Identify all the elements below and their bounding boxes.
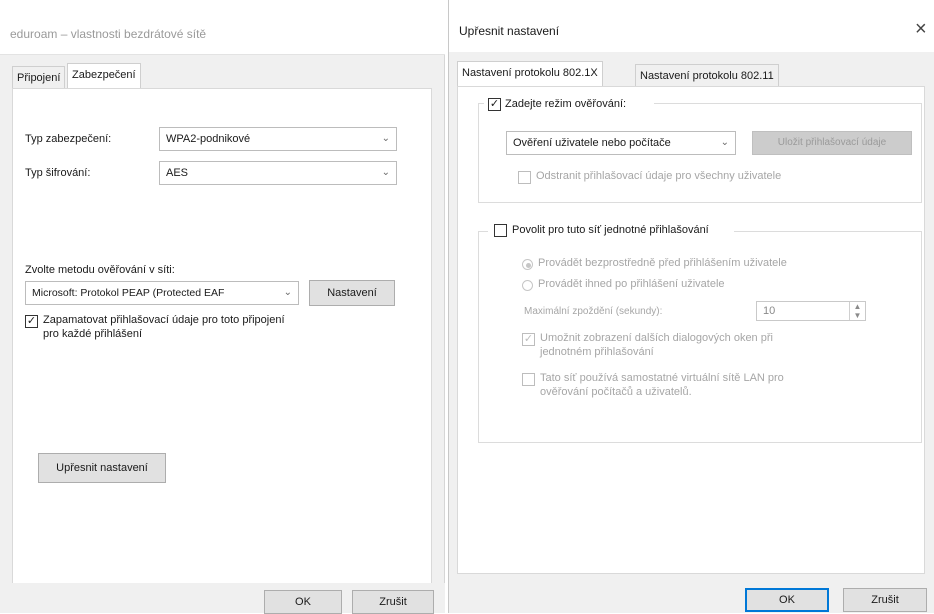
auth-mode-value: Ověření uživatele nebo počítače <box>513 137 671 149</box>
encryption-type-label: Typ šifrování: <box>25 167 91 179</box>
close-icon[interactable]: × <box>915 18 927 41</box>
window-title: eduroam – vlastnosti bezdrátové sítě <box>10 27 207 41</box>
before-logon-label: Provádět bezprostředně před přihlášením … <box>538 257 787 269</box>
save-credentials-button[interactable]: Uložit přihlašovací údaje <box>752 131 912 155</box>
ok-button[interactable]: OK <box>264 590 342 614</box>
remember-credentials-label-line1: Zapamatovat přihlašovací údaje pro toto … <box>43 314 285 326</box>
before-logon-radio[interactable] <box>522 259 533 270</box>
after-logon-label: Provádět ihned po přihlášení uživatele <box>538 278 725 290</box>
encryption-type-value: AES <box>166 167 189 179</box>
cancel-button[interactable]: Zrušit <box>843 588 927 612</box>
specify-auth-mode-label: Zadejte režim ověřování: <box>505 98 627 110</box>
remember-credentials-label-line2: pro každé přihlášení <box>43 328 143 340</box>
security-type-label: Typ zabezpečení: <box>25 133 112 145</box>
enable-sso-checkbox[interactable] <box>494 224 507 237</box>
max-delay-label: Maximální zpoždění (sekundy): <box>524 306 663 317</box>
chevron-down-icon: ⌄ <box>283 287 292 298</box>
advanced-settings-button[interactable]: Upřesnit nastavení <box>38 453 166 483</box>
enable-sso-label: Povolit pro tuto síť jednotné přihlašová… <box>512 224 709 236</box>
title-bar: eduroam – vlastnosti bezdrátové sítě <box>0 0 445 55</box>
security-type-select[interactable]: WPA2-podnikové ⌄ <box>159 127 397 151</box>
separate-vlan-label-line1: Tato síť používá samostatné virtuální sí… <box>540 372 784 384</box>
specify-auth-mode-checkbox[interactable]: ✓ <box>488 98 501 111</box>
allow-dialogs-label-line1: Umožnit zobrazení dalších dialogových ok… <box>540 332 773 344</box>
wireless-properties-window: eduroam – vlastnosti bezdrátové sítě Při… <box>0 0 445 614</box>
chevron-down-icon: ⌄ <box>381 133 390 144</box>
tab-8021x[interactable]: Nastavení protokolu 802.1X <box>457 61 603 86</box>
max-delay-spinner[interactable]: 10 ▲ ▼ <box>756 301 866 321</box>
dialog-footer: OK Zrušit <box>0 583 445 614</box>
settings-button[interactable]: Nastavení <box>309 280 395 306</box>
spinner-arrows-icon[interactable]: ▲ ▼ <box>849 302 865 320</box>
security-tab-panel: Typ zabezpečení: WPA2-podnikové ⌄ Typ ši… <box>12 88 432 598</box>
auth-method-select[interactable]: Microsoft: Protokol PEAP (Protected EAF … <box>25 281 299 305</box>
delete-credentials-label: Odstranit přihlašovací údaje pro všechny… <box>536 170 782 182</box>
chevron-down-icon: ⌄ <box>720 137 729 148</box>
tab-connection[interactable]: Připojení <box>12 66 66 88</box>
after-logon-radio[interactable] <box>522 280 533 291</box>
tab-security[interactable]: Zabezpečení <box>67 63 141 88</box>
delete-credentials-checkbox[interactable] <box>518 171 531 184</box>
remember-credentials-checkbox[interactable]: ✓ <box>25 315 38 328</box>
auth-method-value: Microsoft: Protokol PEAP (Protected EAF <box>32 287 225 299</box>
chevron-down-icon: ⌄ <box>381 167 390 178</box>
allow-dialogs-checkbox[interactable]: ✓ <box>522 333 535 346</box>
separate-vlan-label-line2: ověřování počítačů a uživatelů. <box>540 386 692 398</box>
auth-method-label: Zvolte metodu ověřování v síti: <box>25 264 175 276</box>
title-bar: Upřesnit nastavení × <box>449 0 934 52</box>
encryption-type-select[interactable]: AES ⌄ <box>159 161 397 185</box>
advanced-settings-dialog: Upřesnit nastavení × Nastavení protokolu… <box>448 0 934 613</box>
allow-dialogs-label-line2: jednotném přihlašování <box>540 346 654 358</box>
security-type-value: WPA2-podnikové <box>166 133 251 145</box>
auth-mode-select[interactable]: Ověření uživatele nebo počítače ⌄ <box>506 131 736 155</box>
dialog-title: Upřesnit nastavení <box>459 24 560 38</box>
max-delay-value: 10 <box>763 305 776 317</box>
8021x-tab-panel: ✓ Zadejte režim ověřování: Ověření uživa… <box>457 86 925 574</box>
tab-80211[interactable]: Nastavení protokolu 802.11 <box>635 64 779 86</box>
cancel-button[interactable]: Zrušit <box>352 590 434 614</box>
separate-vlan-checkbox[interactable] <box>522 373 535 386</box>
ok-button[interactable]: OK <box>745 588 829 612</box>
